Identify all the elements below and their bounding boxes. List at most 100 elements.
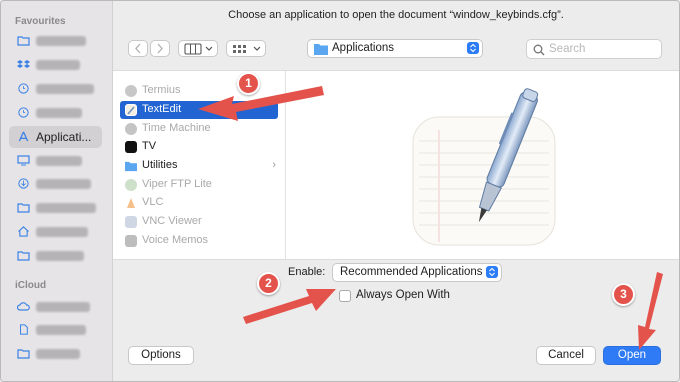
chevron-right-icon: › xyxy=(272,159,276,171)
search-field[interactable]: Search xyxy=(526,39,662,59)
cancel-button[interactable]: Cancel xyxy=(536,346,596,365)
grid-icon xyxy=(233,45,261,53)
list-item-label: Termius xyxy=(142,84,181,96)
blurred-label xyxy=(36,302,90,312)
sidebar-item-applications[interactable]: Applicati... xyxy=(9,126,102,148)
list-item-textedit[interactable]: TextEdit xyxy=(120,101,278,119)
sidebar-item-blurred-2[interactable] xyxy=(9,55,102,75)
sidebar-item-blurred-6[interactable] xyxy=(9,174,102,194)
forward-button[interactable] xyxy=(150,40,170,57)
blurred-label xyxy=(36,203,96,213)
chevron-right-icon xyxy=(157,43,163,54)
options-button[interactable]: Options xyxy=(128,346,194,365)
blurred-label xyxy=(36,84,94,94)
desktop-icon xyxy=(17,155,30,166)
blurred-label xyxy=(36,156,82,166)
always-open-label: Always Open With xyxy=(356,289,450,301)
blurred-label xyxy=(36,325,86,335)
list-item-voice-memos[interactable]: Voice Memos xyxy=(120,232,278,250)
list-item-vnc-viewer[interactable]: VNC Viewer xyxy=(120,213,278,231)
folder-icon xyxy=(17,251,30,261)
sidebar-item-blurred-12[interactable] xyxy=(9,344,102,364)
sidebar-item-blurred-1[interactable] xyxy=(9,31,102,51)
stepper-icon xyxy=(486,266,498,278)
annotation-badge-1: 1 xyxy=(237,72,260,95)
termius-icon xyxy=(125,85,137,97)
list-item-vlc[interactable]: VLC xyxy=(120,194,278,212)
blurred-label xyxy=(36,36,86,46)
list-item-label: TextEdit xyxy=(142,103,182,115)
main-area: Choose an application to open the docume… xyxy=(113,1,679,381)
list-item-time-machine[interactable]: Time Machine xyxy=(120,120,278,138)
path-popup[interactable]: Applications xyxy=(307,39,483,58)
annotation-badge-2: 2 xyxy=(257,272,280,295)
list-item-label: TV xyxy=(142,140,157,152)
enable-popup[interactable]: Recommended Applications xyxy=(332,263,502,282)
open-button[interactable]: Open xyxy=(603,346,661,365)
document-icon xyxy=(20,324,28,335)
textedit-app-icon xyxy=(412,88,556,246)
path-label: Applications xyxy=(332,42,395,54)
list-item-label: VLC xyxy=(142,196,164,208)
stepper-icon xyxy=(467,42,479,54)
blurred-label xyxy=(36,227,88,237)
sidebar-item-blurred-7[interactable] xyxy=(9,198,102,218)
file-browser: Termius TextEdit Time Machine TV Utiliti… xyxy=(113,70,679,260)
enable-label: Enable: xyxy=(288,266,326,278)
folder-icon xyxy=(17,349,30,359)
folder-icon xyxy=(125,161,137,172)
textedit-icon xyxy=(125,104,137,116)
search-placeholder: Search xyxy=(549,43,586,55)
downloads-icon xyxy=(18,178,29,189)
clock-icon xyxy=(18,107,29,118)
folder-icon xyxy=(17,203,30,213)
sidebar-item-blurred-10[interactable] xyxy=(9,297,102,317)
columns-view-icon xyxy=(184,43,213,55)
blurred-label xyxy=(36,60,80,70)
icloud-section-title: iCloud xyxy=(15,280,47,291)
vlc-cone-icon xyxy=(127,198,135,208)
search-icon xyxy=(533,44,545,56)
list-item-label: Voice Memos xyxy=(142,234,209,246)
sidebar-item-blurred-9[interactable] xyxy=(9,246,102,266)
vnc-viewer-icon xyxy=(125,216,137,228)
list-item-label: VNC Viewer xyxy=(142,215,202,227)
enable-value: Recommended Applications xyxy=(340,266,483,278)
tv-icon xyxy=(125,141,137,153)
favourites-section-title: Favourites xyxy=(15,16,66,27)
back-button[interactable] xyxy=(128,40,148,57)
list-item-viper-ftp[interactable]: Viper FTP Lite xyxy=(120,176,278,194)
folder-icon xyxy=(314,44,328,55)
list-item-tv[interactable]: TV xyxy=(120,138,278,156)
group-button[interactable] xyxy=(226,40,266,57)
voice-memos-icon xyxy=(125,235,137,247)
annotation-badge-3: 3 xyxy=(612,283,635,306)
sidebar-item-blurred-3[interactable] xyxy=(9,79,102,99)
applications-column: Termius TextEdit Time Machine TV Utiliti… xyxy=(113,71,286,259)
list-item-label: Viper FTP Lite xyxy=(142,178,212,190)
sidebar-item-blurred-4[interactable] xyxy=(9,103,102,123)
sidebar-item-blurred-5[interactable] xyxy=(9,151,102,171)
clock-icon xyxy=(18,83,29,94)
view-mode-button[interactable] xyxy=(178,40,218,57)
sidebar-item-label: Applicati... xyxy=(36,130,92,144)
home-icon xyxy=(18,226,29,237)
list-item-utilities[interactable]: Utilities › xyxy=(120,157,278,175)
dialog-title: Choose an application to open the docume… xyxy=(228,9,564,21)
sidebar: Favourites Applicati... iCloud xyxy=(1,1,113,381)
blurred-label xyxy=(36,108,82,118)
list-item-label: Time Machine xyxy=(142,122,211,134)
blurred-label xyxy=(36,179,91,189)
folder-icon xyxy=(17,36,30,46)
app-chooser-dialog: Favourites Applicati... iCloud Choose an… xyxy=(0,0,680,382)
blurred-label xyxy=(36,349,80,359)
blurred-label xyxy=(36,251,84,261)
applications-icon xyxy=(18,131,29,142)
always-open-checkbox[interactable] xyxy=(339,290,351,302)
viper-ftp-icon xyxy=(125,179,137,191)
chevron-left-icon xyxy=(135,43,141,54)
sidebar-item-blurred-8[interactable] xyxy=(9,222,102,242)
time-machine-icon xyxy=(125,123,137,135)
dropbox-icon xyxy=(17,60,30,68)
sidebar-item-blurred-11[interactable] xyxy=(9,320,102,340)
